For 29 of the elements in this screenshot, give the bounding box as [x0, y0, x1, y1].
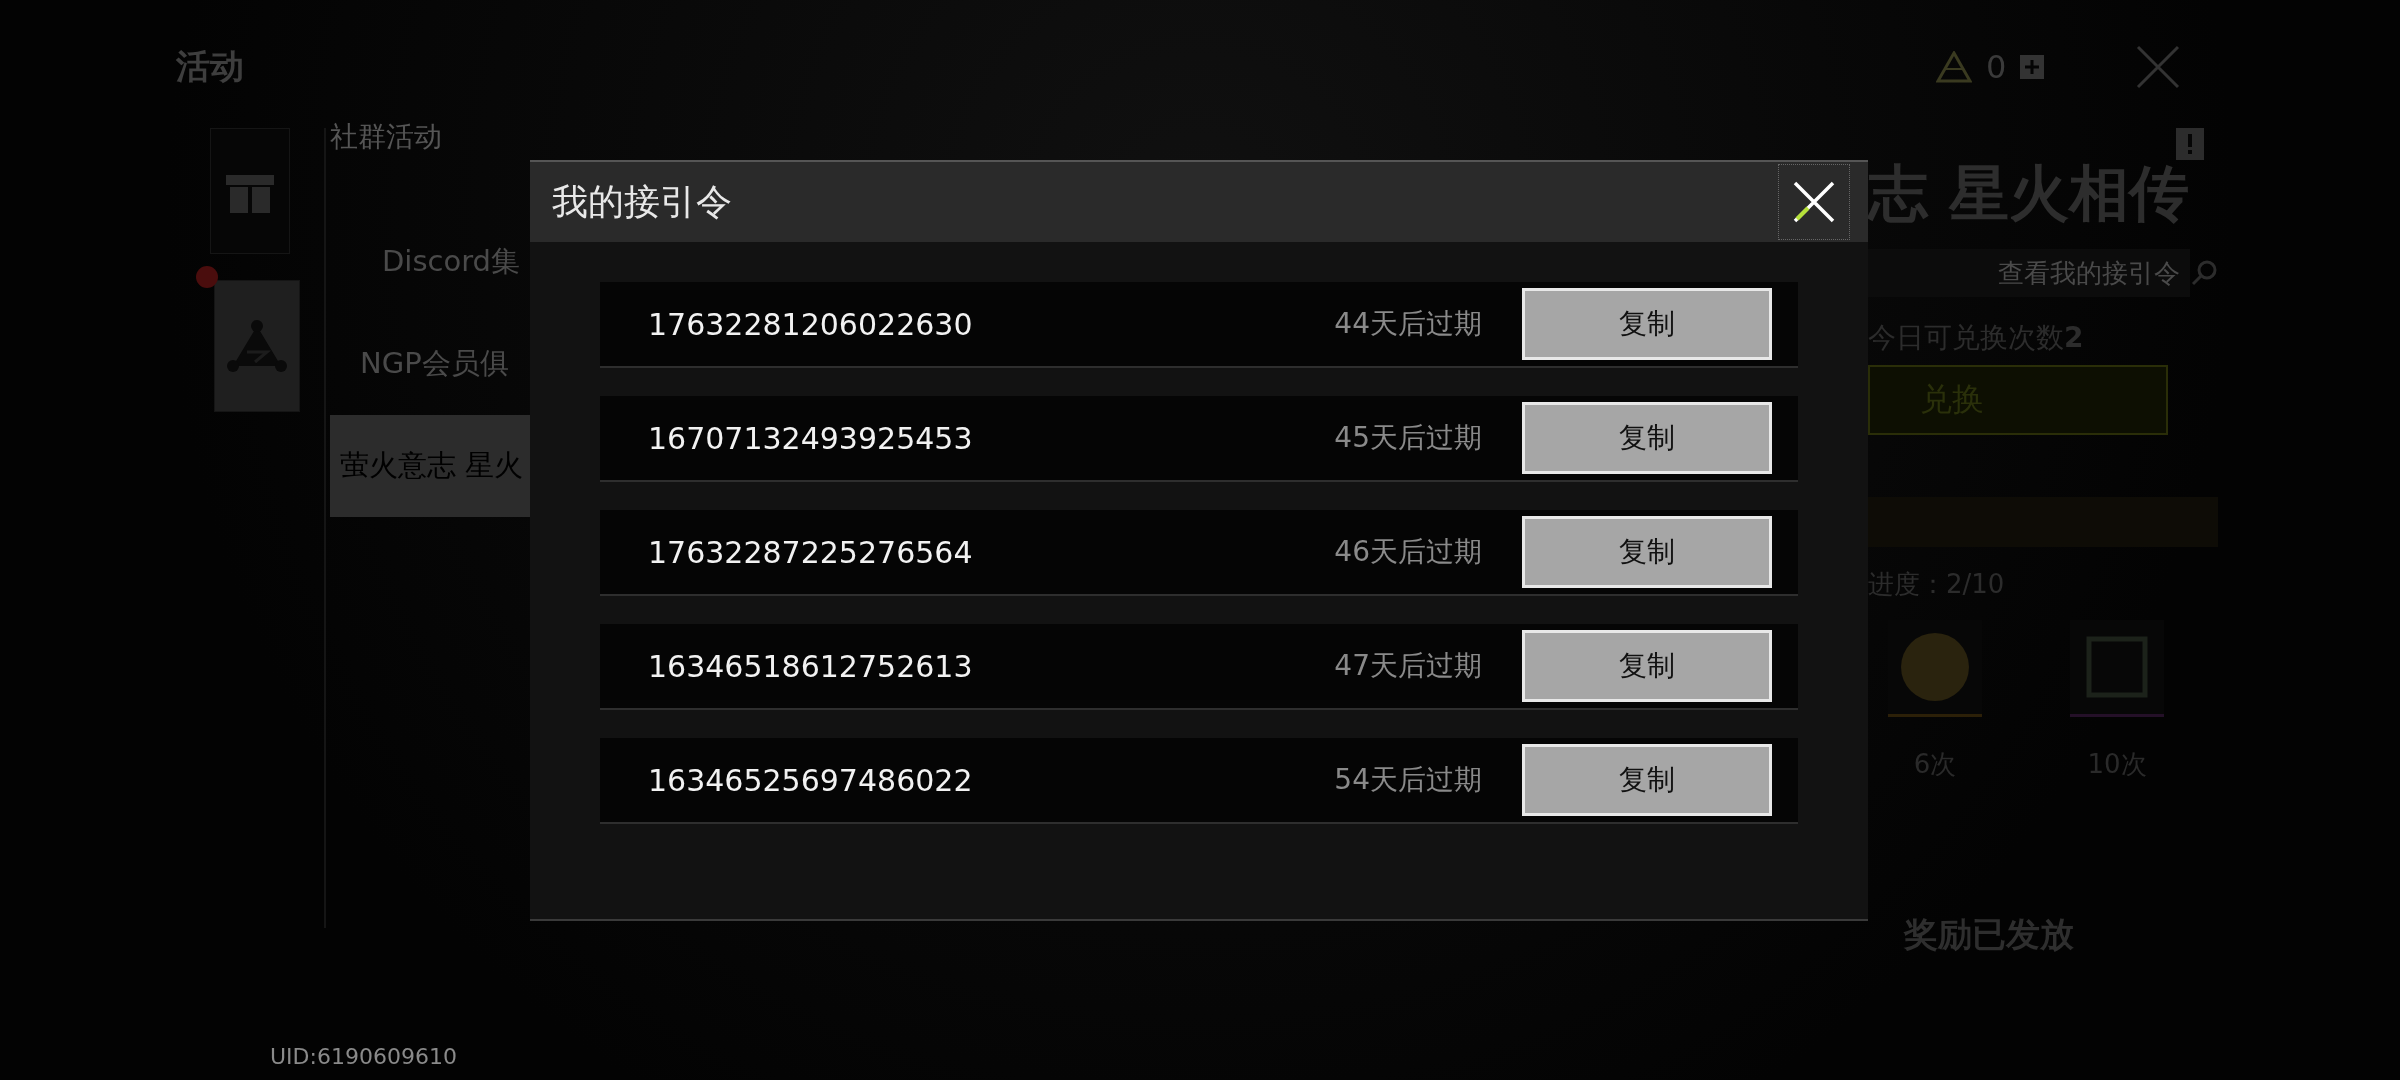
code-number: 16707132493925453: [648, 420, 974, 456]
expiry-text: 47天后过期: [1334, 648, 1482, 684]
triangle-currency-icon: [1936, 51, 1972, 83]
expiry-text: 44天后过期: [1334, 306, 1482, 342]
close-icon: [1791, 179, 1837, 225]
code-number: 17632281206022630: [648, 306, 974, 342]
expiry-text: 54天后过期: [1334, 762, 1482, 798]
copy-button[interactable]: 复制: [1522, 288, 1772, 360]
section-heading: 社群活动: [330, 119, 443, 155]
category-tab[interactable]: [210, 128, 290, 254]
code-number: 16346518612752613: [648, 648, 974, 684]
search-icon: [2190, 259, 2218, 287]
expiry-text: 46天后过期: [1334, 534, 1482, 570]
user-id: UID:6190609610: [270, 1044, 457, 1069]
dialog-title: 我的接引令: [552, 179, 732, 224]
copy-button[interactable]: 复制: [1522, 516, 1772, 588]
copy-button[interactable]: 复制: [1522, 744, 1772, 816]
copy-button[interactable]: 复制: [1522, 630, 1772, 702]
copy-button[interactable]: 复制: [1522, 402, 1772, 474]
screen-title: 活动: [176, 45, 244, 88]
plus-icon[interactable]: [2020, 55, 2045, 79]
code-number: 16346525697486022: [648, 762, 974, 798]
info-icon[interactable]: [2176, 128, 2204, 160]
frame-reward-icon[interactable]: [2070, 620, 2164, 717]
category-tab[interactable]: [214, 280, 300, 412]
expiry-text: 45天后过期: [1334, 420, 1482, 456]
close-button[interactable]: [1778, 164, 1850, 240]
search-field[interactable]: 查看我的接引令: [1868, 249, 2190, 297]
code-number: 17632287225276564: [648, 534, 974, 570]
